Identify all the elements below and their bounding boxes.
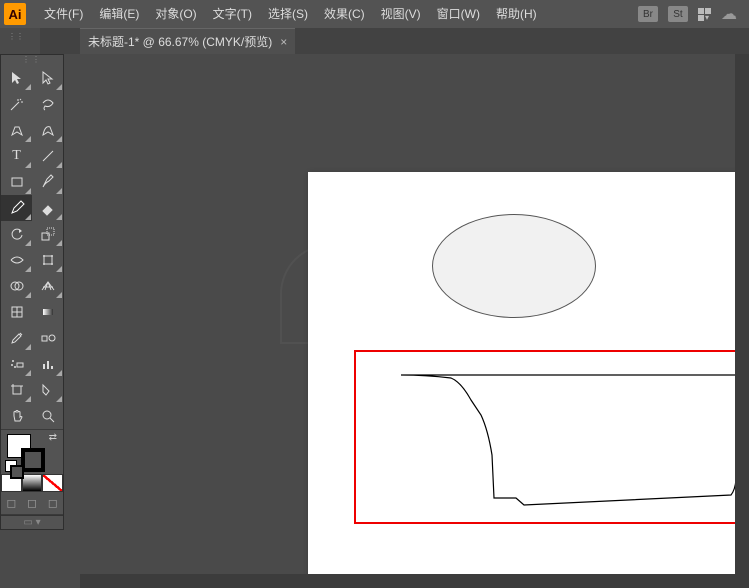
zoom-tool[interactable] [32, 403, 63, 429]
shape-builder-tool[interactable] [1, 273, 32, 299]
canvas-area[interactable] [80, 54, 749, 588]
menu-bar: Ai 文件(F) 编辑(E) 对象(O) 文字(T) 选择(S) 效果(C) 视… [0, 0, 749, 28]
free-transform-tool[interactable] [32, 247, 63, 273]
gradient-tool[interactable] [32, 299, 63, 325]
fill-stroke-control[interactable]: ⇄ [1, 430, 63, 474]
line-segment-tool[interactable] [32, 143, 63, 169]
menu-select[interactable]: 选择(S) [260, 0, 316, 28]
menu-view[interactable]: 视图(V) [373, 0, 429, 28]
direct-selection-tool[interactable] [32, 65, 63, 91]
toolbox: ⋮⋮ T [0, 54, 64, 530]
pencil-drawn-path[interactable] [396, 370, 749, 510]
type-tool[interactable]: T [1, 143, 32, 169]
panel-grip-icon[interactable]: ⋮⋮ [8, 32, 24, 41]
symbol-sprayer-tool[interactable] [1, 351, 32, 377]
mesh-tool[interactable] [1, 299, 32, 325]
workspace-switcher-icon[interactable]: ▾ [698, 8, 711, 21]
magic-wand-tool[interactable] [1, 91, 32, 117]
document-tab-title: 未标题-1* @ 66.67% (CMYK/预览) [88, 33, 272, 50]
stock-icon[interactable]: St [668, 6, 688, 22]
color-mode-gradient[interactable] [22, 474, 43, 492]
column-graph-tool[interactable] [32, 351, 63, 377]
pen-tool[interactable] [1, 117, 32, 143]
menu-window[interactable]: 窗口(W) [429, 0, 488, 28]
menu-edit[interactable]: 编辑(E) [91, 0, 147, 28]
draw-mode-row: ◻ ◻ ◻ [1, 492, 63, 514]
lasso-tool[interactable] [32, 91, 63, 117]
curvature-tool[interactable] [32, 117, 63, 143]
menu-help[interactable]: 帮助(H) [488, 0, 545, 28]
screen-mode-button[interactable]: ▭ ▾ [1, 515, 63, 529]
rotate-tool[interactable] [1, 221, 32, 247]
scale-tool[interactable] [32, 221, 63, 247]
draw-behind-icon[interactable]: ◻ [22, 494, 43, 512]
sync-icon[interactable]: ☁ [721, 4, 737, 24]
toolbox-grip-icon[interactable]: ⋮⋮ [1, 55, 63, 65]
ellipse-shape[interactable] [432, 214, 596, 318]
menu-object[interactable]: 对象(O) [147, 0, 204, 28]
app-logo: Ai [4, 3, 26, 25]
document-tab[interactable]: 未标题-1* @ 66.67% (CMYK/预览) × [80, 28, 295, 54]
selection-tool[interactable] [1, 65, 32, 91]
document-tab-bar: 未标题-1* @ 66.67% (CMYK/预览) × [40, 28, 749, 54]
blend-tool[interactable] [32, 325, 63, 351]
artboard-tool[interactable] [1, 377, 32, 403]
paintbrush-tool[interactable] [32, 169, 63, 195]
draw-normal-icon[interactable]: ◻ [1, 494, 22, 512]
menu-right-group: Br St ▾ ☁ [638, 4, 745, 24]
default-fill-stroke-icon[interactable] [5, 460, 17, 472]
swap-fill-stroke-icon[interactable]: ⇄ [49, 432, 57, 443]
eyedropper-tool[interactable] [1, 325, 32, 351]
pencil-tool[interactable] [1, 195, 32, 221]
draw-inside-icon[interactable]: ◻ [42, 494, 63, 512]
vertical-scrollbar[interactable] [735, 54, 749, 574]
scroll-corner [735, 574, 749, 588]
stroke-swatch[interactable] [21, 448, 45, 472]
menu-type[interactable]: 文字(T) [205, 0, 260, 28]
slice-tool[interactable] [32, 377, 63, 403]
bridge-icon[interactable]: Br [638, 6, 658, 22]
close-icon[interactable]: × [280, 35, 287, 49]
width-tool[interactable] [1, 247, 32, 273]
menu-file[interactable]: 文件(F) [36, 0, 91, 28]
eraser-tool[interactable] [32, 195, 63, 221]
rectangle-tool[interactable] [1, 169, 32, 195]
color-mode-none[interactable] [42, 474, 63, 492]
menu-effect[interactable]: 效果(C) [316, 0, 373, 28]
horizontal-scrollbar[interactable] [80, 574, 735, 588]
hand-tool[interactable] [1, 403, 32, 429]
perspective-grid-tool[interactable] [32, 273, 63, 299]
